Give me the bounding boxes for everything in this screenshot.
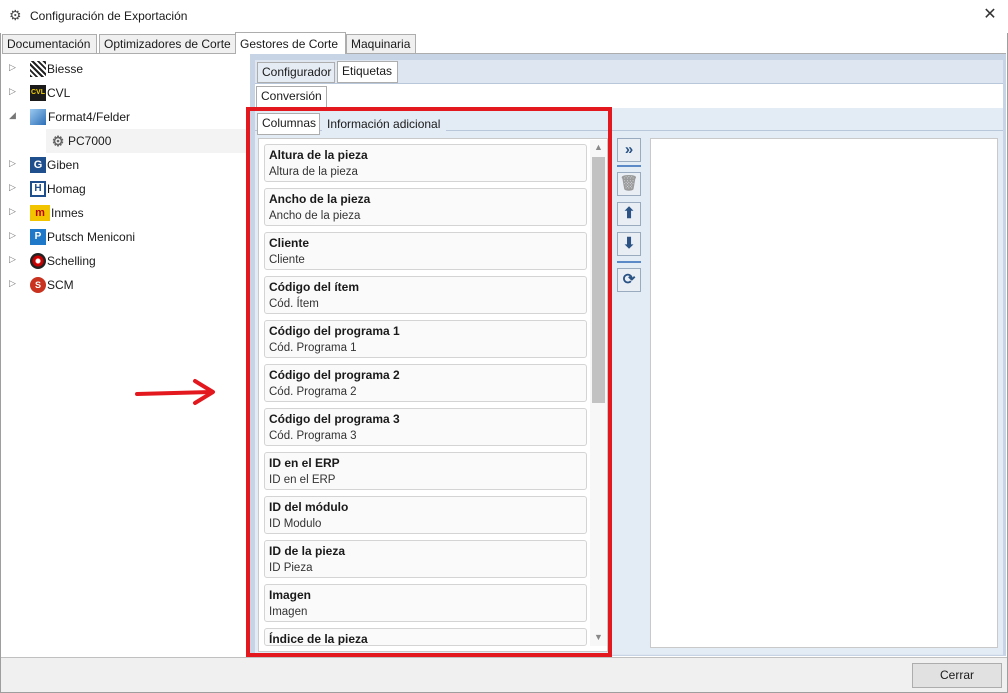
window-title: Configuración de Exportación (30, 9, 188, 23)
collapse-arrow-icon[interactable]: ◢ (9, 110, 16, 121)
tree-item-putsch[interactable]: ▷ P Putsch Meniconi (2, 225, 247, 249)
tree-label: Inmes (51, 206, 84, 220)
footer-bar (1, 657, 1007, 692)
tree-item-schelling[interactable]: ▷ Schelling (2, 249, 247, 273)
tree-item-cvl[interactable]: ▷ CVL CVL (2, 81, 247, 105)
cvl-logo-icon: CVL (30, 85, 46, 101)
tree-label: Format4/Felder (48, 110, 131, 124)
tab-etiquetas[interactable]: Etiquetas (337, 61, 398, 83)
expand-arrow-icon[interactable]: ▷ (9, 206, 16, 217)
giben-logo-icon: G (30, 157, 46, 173)
tree-item-giben[interactable]: ▷ G Giben (2, 153, 247, 177)
main-tabs: Documentación Optimizadores de Corte Ges… (2, 32, 416, 54)
move-down-icon[interactable]: ⬇ (617, 232, 641, 256)
tree-label: Giben (47, 158, 80, 172)
tab-optimizadores[interactable]: Optimizadores de Corte (99, 34, 236, 54)
refresh-icon[interactable]: ⟳ (617, 268, 641, 292)
close-icon[interactable]: ✕ (980, 5, 1000, 25)
tree-label: CVL (47, 86, 71, 100)
add-all-icon[interactable]: » (617, 138, 641, 162)
tab-configurador[interactable]: Configurador (257, 62, 335, 83)
tab-documentacion[interactable]: Documentación (2, 34, 97, 54)
expand-arrow-icon[interactable]: ▷ (9, 86, 16, 97)
tab-conversion[interactable]: Conversión (256, 86, 327, 108)
tree-item-homag[interactable]: ▷ H Homag (2, 177, 247, 201)
tree-label: PC7000 (68, 134, 112, 148)
inmes-logo-icon: m (30, 205, 50, 221)
toolbar-separator (617, 165, 641, 167)
tree-label: SCM (47, 278, 74, 292)
gear-icon: ⚙ (9, 7, 22, 23)
tab-gestores[interactable]: Gestores de Corte (235, 32, 346, 54)
move-up-icon[interactable]: ⬆ (617, 202, 641, 226)
tab-maquinaria[interactable]: Maquinaria (346, 34, 416, 54)
expand-arrow-icon[interactable]: ▷ (9, 230, 16, 241)
expand-arrow-icon[interactable]: ▷ (9, 278, 16, 289)
tree-label: Biesse (47, 62, 84, 76)
expand-arrow-icon[interactable]: ▷ (9, 182, 16, 193)
tree-item-inmes[interactable]: ▷ m Inmes (2, 201, 247, 225)
red-arrow-annotation (135, 379, 215, 405)
tree-label: Homag (47, 182, 86, 196)
tree-item-pc7000[interactable]: ⚙ PC7000 (46, 129, 246, 153)
tree-item-scm[interactable]: ▷ S SCM (2, 273, 247, 297)
expand-arrow-icon[interactable]: ▷ (9, 62, 16, 73)
toolbar-separator (617, 261, 641, 263)
biesse-logo-icon (30, 61, 46, 77)
close-button[interactable]: Cerrar (912, 663, 1002, 688)
scm-logo-icon: S (30, 277, 46, 293)
delete-icon[interactable]: 🗑 (617, 172, 641, 196)
tree-item-biesse[interactable]: ▷ Biesse (2, 57, 247, 81)
conversion-tab-strip (255, 83, 1003, 108)
tree-label: Schelling (47, 254, 96, 268)
manufacturer-tree: ▷ Biesse ▷ CVL CVL ◢ Format4/Felder ⚙ PC… (2, 54, 247, 656)
highlight-box (246, 107, 612, 657)
tree-label: Putsch Meniconi (47, 230, 136, 244)
selected-columns-list (650, 138, 998, 648)
schelling-logo-icon (30, 253, 46, 269)
putsch-logo-icon: P (30, 229, 46, 245)
format4-logo-icon (30, 109, 46, 125)
expand-arrow-icon[interactable]: ▷ (9, 254, 16, 265)
tree-item-format4[interactable]: ◢ Format4/Felder (2, 105, 247, 129)
homag-logo-icon: H (30, 181, 46, 197)
gear-icon: ⚙ (51, 133, 65, 149)
expand-arrow-icon[interactable]: ▷ (9, 158, 16, 169)
